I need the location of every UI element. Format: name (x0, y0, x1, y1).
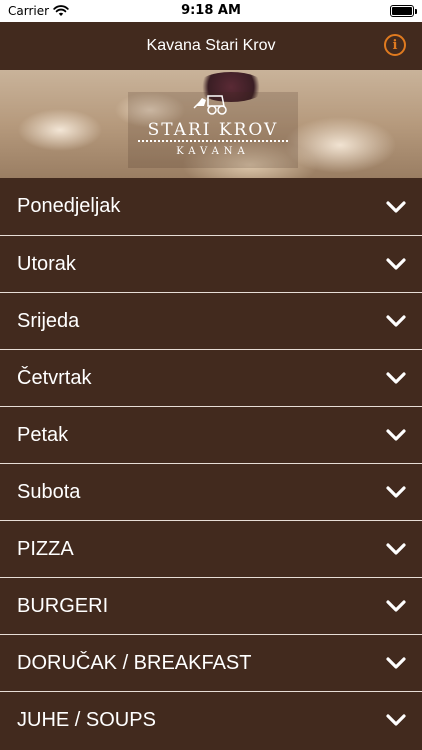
chevron-down-icon (386, 258, 406, 270)
menu-item-label: Subota (17, 480, 81, 503)
menu-item-utorak[interactable]: Utorak (0, 235, 422, 292)
page-title: Kavana Stari Krov (146, 37, 276, 54)
menu-item-label: BURGERI (17, 594, 109, 617)
menu-item-label: JUHE / SOUPS (17, 708, 156, 731)
status-time: 9:18 AM (181, 3, 241, 18)
navigation-bar: Kavana Stari Krov i (0, 22, 422, 70)
status-bar: Carrier 9:18 AM (0, 0, 422, 22)
menu-list: Ponedjeljak Utorak Srijeda Četvrtak Peta… (0, 178, 422, 748)
menu-item-cetvrtak[interactable]: Četvrtak (0, 349, 422, 406)
menu-item-label: DORUČAK / BREAKFAST (17, 651, 252, 674)
menu-item-srijeda[interactable]: Srijeda (0, 292, 422, 349)
chevron-down-icon (386, 372, 406, 384)
logo-carriage-icon (193, 95, 227, 115)
info-icon: i (392, 37, 398, 53)
logo-text: STARI KROV (147, 120, 279, 140)
chevron-down-icon (386, 657, 406, 669)
chevron-down-icon (386, 486, 406, 498)
chevron-down-icon (386, 543, 406, 555)
chevron-down-icon (386, 600, 406, 612)
logo-divider (138, 140, 288, 142)
menu-item-burgeri[interactable]: BURGERI (0, 577, 422, 634)
chevron-down-icon (386, 714, 406, 726)
chevron-down-icon (386, 200, 406, 213)
menu-item-label: PIZZA (17, 537, 74, 560)
menu-item-label: Srijeda (17, 309, 80, 332)
logo-subtext: KAVANA (176, 146, 250, 157)
logo: STARI KROV KAVANA (128, 92, 298, 168)
menu-item-subota[interactable]: Subota (0, 463, 422, 520)
chevron-down-icon (386, 429, 406, 441)
menu-item-dorucak[interactable]: DORUČAK / BREAKFAST (0, 634, 422, 691)
info-button[interactable]: i (384, 34, 406, 56)
menu-item-label: Petak (17, 423, 69, 446)
hero-image: STARI KROV KAVANA (0, 70, 422, 178)
menu-item-label: Utorak (17, 252, 76, 275)
menu-item-label: Ponedjeljak (17, 195, 121, 217)
battery-icon (390, 5, 417, 17)
menu-item-label: Četvrtak (17, 366, 92, 389)
menu-item-pizza[interactable]: PIZZA (0, 520, 422, 577)
menu-item-juhe[interactable]: JUHE / SOUPS (0, 691, 422, 748)
menu-item-ponedjeljak[interactable]: Ponedjeljak (0, 178, 422, 235)
menu-item-petak[interactable]: Petak (0, 406, 422, 463)
chevron-down-icon (386, 315, 406, 327)
